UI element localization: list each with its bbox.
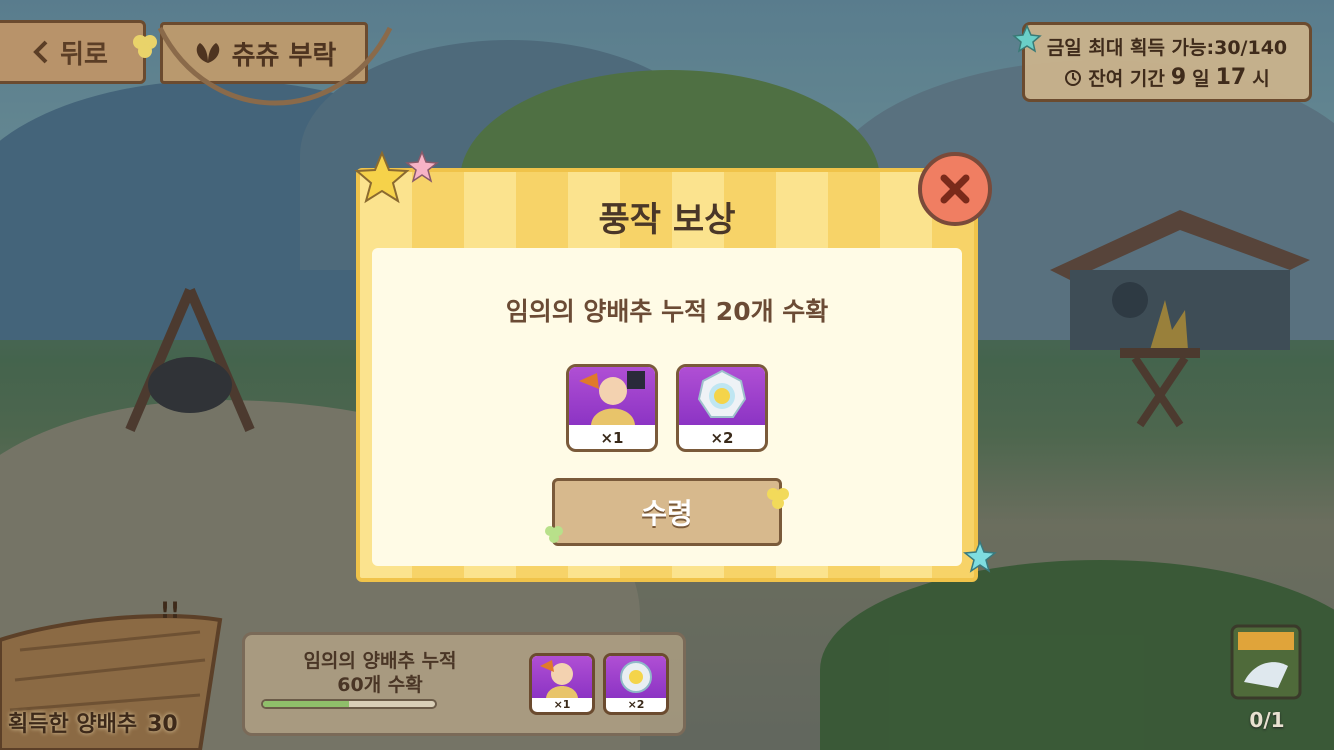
- character-card-icon: [579, 371, 645, 425]
- mission-progress-bar: [261, 699, 437, 709]
- mission-line-1: 임의의 양배추 누적: [303, 650, 457, 672]
- mini-reward-qty: ×2: [627, 698, 645, 711]
- mission-progress-panel: 임의의 양배추 누적 60개 수확 ×1 ×2: [242, 632, 686, 736]
- star-icon: [1012, 24, 1042, 53]
- hours-unit: 시: [1252, 68, 1270, 90]
- reward-qty: ×1: [600, 429, 624, 447]
- rope-decoration: [157, 26, 393, 106]
- mission-description: 임의의 양배추 누적 20개 수확: [505, 297, 829, 326]
- harvest-reward-modal: 풍작 보상 임의의 양배추 누적 20개 수확 ×1 ×2 수령: [356, 168, 978, 582]
- claim-label: 수령: [641, 497, 693, 530]
- seed-count: 0/1: [1249, 708, 1285, 732]
- cabbage-label: 획득한 양배추: [8, 712, 138, 737]
- chevron-left-icon: [33, 40, 48, 64]
- reward-qty: ×2: [710, 429, 734, 447]
- cabbage-count-label: 획득한 양배추 30: [8, 706, 178, 738]
- star-icon: [354, 150, 410, 204]
- close-icon: [940, 174, 970, 204]
- mission-line-2: 60개 수확: [337, 674, 423, 696]
- clover-icon: [767, 488, 789, 509]
- star-icon: [405, 150, 439, 183]
- seed-pack-icon[interactable]: [1228, 622, 1304, 702]
- days-unit: 일: [1192, 68, 1210, 90]
- gear-core-icon: [697, 369, 747, 418]
- back-button[interactable]: 뒤로: [0, 20, 146, 84]
- reward-item-character[interactable]: ×1: [566, 364, 658, 452]
- reward-item-gear[interactable]: ×2: [676, 364, 768, 452]
- mini-reward-character[interactable]: ×1: [529, 653, 595, 715]
- modal-body: 임의의 양배추 누적 20개 수확 ×1 ×2 수령: [372, 248, 962, 566]
- clock-icon: [1065, 69, 1082, 86]
- remaining-hours: 17: [1215, 65, 1247, 90]
- mini-reward-gear[interactable]: ×2: [603, 653, 669, 715]
- clover-icon: [545, 526, 563, 543]
- event-info-panel: 금일 최대 획득 가능:30/140 잔여 기간 9 일 17 시: [1022, 22, 1312, 102]
- star-icon: [963, 540, 997, 573]
- claim-button[interactable]: 수령: [552, 478, 782, 546]
- daily-limit-text: 금일 최대 획득 가능:30/140: [1046, 37, 1288, 59]
- modal-title: 풍작 보상: [598, 200, 736, 240]
- character-card-icon: [540, 660, 578, 698]
- close-button[interactable]: [918, 152, 992, 226]
- remaining-prefix: 잔여 기간: [1088, 68, 1165, 90]
- remaining-days: 9: [1170, 65, 1187, 90]
- gear-core-icon: [620, 661, 652, 693]
- back-label: 뒤로: [60, 39, 108, 70]
- mini-reward-qty: ×1: [553, 698, 571, 711]
- svg-text:!!: !!: [160, 600, 180, 624]
- cabbage-count: 30: [147, 712, 178, 737]
